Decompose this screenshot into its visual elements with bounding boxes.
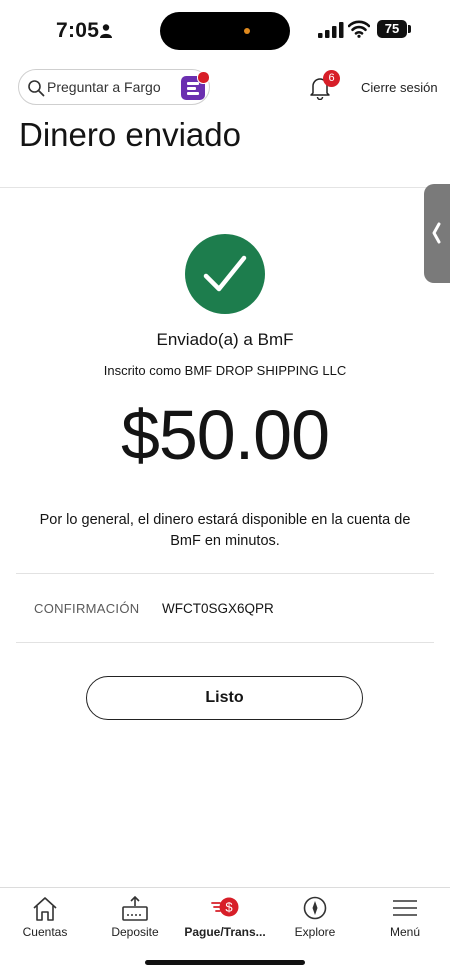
wifi-icon (348, 20, 370, 38)
tab-pay-transfer[interactable]: $ Pague/Trans... (180, 888, 270, 948)
sign-out-link[interactable]: Cierre sesión (361, 80, 438, 95)
tab-label: Cuentas (22, 925, 68, 939)
battery-indicator: 75 (377, 20, 407, 38)
recipient-registered-name: Inscrito como BMF DROP SHIPPING LLC (103, 363, 347, 378)
tab-explore[interactable]: Explore (270, 888, 360, 948)
tab-label: Explore (294, 925, 336, 939)
page-title: Dinero enviado (19, 116, 241, 153)
tab-label: Menú (389, 925, 421, 939)
side-drawer-handle[interactable] (424, 184, 450, 283)
fargo-assistant-icon[interactable] (181, 71, 210, 100)
header-divider (0, 187, 450, 188)
confirmation-label: CONFIRMACIÓN (34, 601, 140, 616)
hamburger-icon (393, 900, 417, 916)
person-icon (100, 24, 112, 38)
dynamic-island (160, 12, 290, 50)
pay-transfer-icon: $ (211, 897, 239, 917)
tab-label: Pague/Trans... (184, 925, 266, 939)
recipient-heading: Enviado(a) a BmF (156, 330, 294, 349)
divider (16, 642, 434, 643)
home-indicator[interactable] (145, 960, 305, 965)
privacy-indicator-dot (244, 28, 250, 34)
checkmark-icon (203, 255, 247, 292)
done-button[interactable]: Listo (86, 676, 363, 720)
search-placeholder: Preguntar a Fargo (47, 79, 161, 95)
status-time: 7:05 (56, 19, 100, 42)
search-icon (28, 80, 45, 97)
status-bar: 7:05 75 (0, 0, 450, 62)
battery-tip (408, 25, 411, 33)
tab-menu[interactable]: Menú (360, 888, 450, 948)
chevron-left-icon (432, 222, 441, 244)
success-checkmark-badge (185, 234, 265, 314)
tab-deposit[interactable]: Deposite (90, 888, 180, 948)
svg-text:$: $ (225, 900, 233, 915)
compass-icon (303, 896, 327, 920)
availability-note: Por lo general, el dinero estará disponi… (39, 512, 411, 549)
tab-label: Deposite (111, 925, 159, 939)
deposit-icon (122, 896, 148, 921)
ask-fargo-search[interactable]: Preguntar a Fargo (18, 69, 210, 105)
home-icon (33, 897, 57, 921)
divider (16, 573, 434, 574)
confirmation-number: WFCT0SGX6QPR (162, 601, 274, 616)
cellular-signal-icon (318, 22, 344, 38)
notification-count-badge: 6 (323, 70, 340, 87)
tab-accounts[interactable]: Cuentas (0, 888, 90, 948)
transfer-amount: $50.00 (120, 396, 330, 474)
